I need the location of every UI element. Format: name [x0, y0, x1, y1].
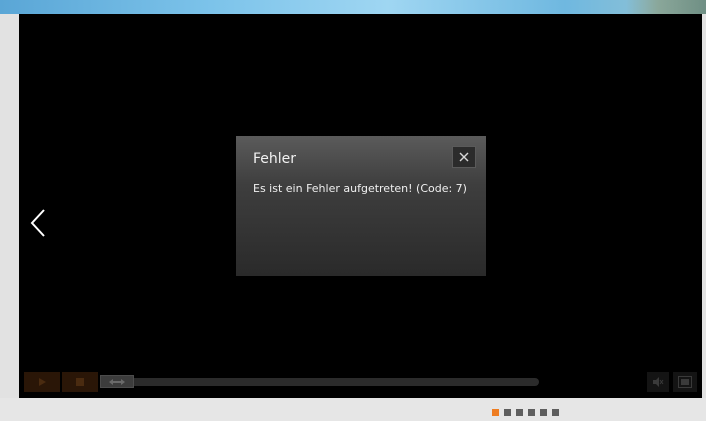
pagination-dot[interactable]: [516, 409, 523, 416]
stop-button[interactable]: [62, 372, 98, 392]
header-banner-image: [0, 0, 706, 14]
banner-image-fragment: [626, 0, 706, 14]
slider-pagination: [492, 409, 559, 416]
error-dialog: Fehler Es ist ein Fehler aufgetreten! (C…: [236, 136, 486, 276]
pagination-dot[interactable]: [552, 409, 559, 416]
seek-bar[interactable]: [100, 378, 539, 386]
pagination-dot[interactable]: [504, 409, 511, 416]
speaker-muted-icon: [653, 377, 664, 387]
arrows-horizontal-icon: [109, 378, 125, 385]
pagination-dot[interactable]: [540, 409, 547, 416]
stop-icon: [76, 378, 84, 386]
fullscreen-icon: [678, 376, 692, 388]
seek-handle[interactable]: [100, 375, 134, 388]
pagination-dot[interactable]: [528, 409, 535, 416]
chevron-left-icon: [30, 209, 45, 237]
slider-prev-button[interactable]: [29, 208, 49, 238]
right-gutter: [702, 14, 706, 398]
dialog-message: Es ist ein Fehler aufgetreten! (Code: 7): [253, 182, 467, 195]
player-control-bar: [19, 370, 702, 394]
dialog-title: Fehler: [253, 151, 297, 167]
fullscreen-button[interactable]: [673, 372, 697, 392]
play-button[interactable]: [24, 372, 60, 392]
pagination-dot[interactable]: [492, 409, 499, 416]
video-player[interactable]: Fehler Es ist ein Fehler aufgetreten! (C…: [19, 14, 702, 398]
dialog-close-button[interactable]: [452, 146, 476, 168]
page: Fehler Es ist ein Fehler aufgetreten! (C…: [0, 0, 706, 421]
mute-button[interactable]: [647, 372, 669, 392]
close-icon: [459, 152, 469, 162]
left-gutter: [0, 14, 19, 398]
play-icon: [39, 378, 46, 386]
